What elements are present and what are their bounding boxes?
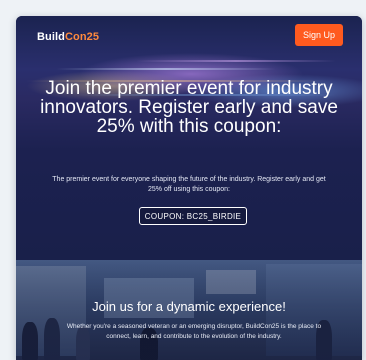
experience-section: Join us for a dynamic experience! Whethe… [16, 260, 362, 360]
landing-page: BuildCon25 Sign Up Join the premier even… [16, 16, 362, 360]
experience-title: Join us for a dynamic experience! [92, 299, 286, 314]
buildcon-logo[interactable]: BuildCon25 [37, 31, 99, 43]
coupon-code-button[interactable]: COUPON: BC25_BIRDIE [139, 207, 247, 225]
hero-headline: Join the premier event for industry inno… [40, 78, 338, 137]
logo-accent: Con25 [65, 31, 100, 43]
light-streak [136, 60, 336, 62]
light-streak [56, 68, 276, 70]
experience-text: Whether you're a seasoned veteran or an … [66, 323, 322, 340]
logo-main: Build [37, 31, 65, 43]
hero-section: BuildCon25 Sign Up Join the premier even… [16, 16, 362, 260]
sign-up-button[interactable]: Sign Up [295, 24, 343, 46]
hero-subtext: The premier event for everyone shaping t… [52, 176, 326, 193]
